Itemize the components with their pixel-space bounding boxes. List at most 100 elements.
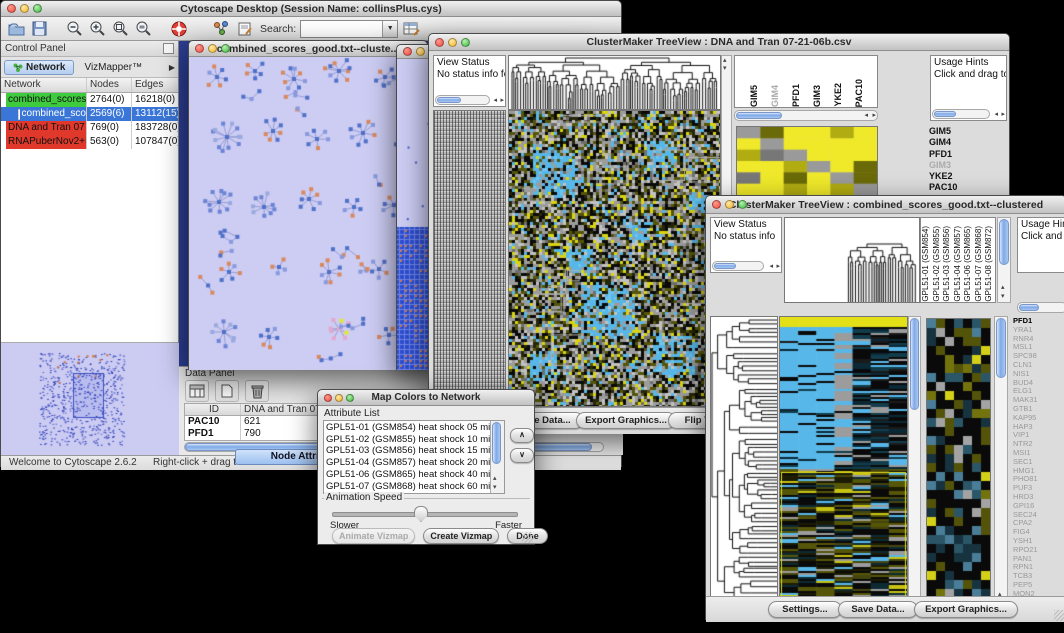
column-label[interactable]: PAC10 xyxy=(854,79,875,107)
minimize-button[interactable] xyxy=(725,200,734,209)
network-row[interactable]: combined_scores 2764(0) 16218(0) xyxy=(1,93,178,107)
zoom-button[interactable] xyxy=(33,4,42,13)
array-label[interactable]: GPL51-07 (GSM868) xyxy=(974,226,985,302)
column-dendrogram-canvas[interactable] xyxy=(784,217,920,303)
network-row[interactable]: RNAPuberNov2+I 563(0) 107847(0) xyxy=(1,135,178,149)
close-button[interactable] xyxy=(435,38,444,47)
network-row-selected[interactable]: combined_sco 2569(6) 13112(15) xyxy=(1,107,178,121)
usage-hints-hscrollbar[interactable] xyxy=(1017,302,1064,313)
scroll-right-icon[interactable]: ▸ xyxy=(500,97,504,105)
scroll-right-icon[interactable]: ▸ xyxy=(1001,111,1005,119)
zoom-button[interactable] xyxy=(461,38,470,47)
column-dendrogram-canvas[interactable] xyxy=(508,55,721,110)
zoom-heatmap-canvas[interactable] xyxy=(736,126,878,196)
close-button[interactable] xyxy=(195,44,204,53)
float-panel-icon[interactable] xyxy=(163,43,174,54)
minimize-button[interactable] xyxy=(208,44,217,53)
column-label[interactable]: PFD1 xyxy=(791,84,812,107)
annotation-tool-icon[interactable] xyxy=(235,19,254,38)
heatmap-vscrollbar[interactable] xyxy=(908,316,921,610)
zoom-button[interactable] xyxy=(738,200,747,209)
array-label[interactable]: GPL51-03 (GSM856) xyxy=(942,226,953,302)
close-button[interactable] xyxy=(712,200,721,209)
search-field[interactable] xyxy=(301,21,382,37)
usage-hints-hscrollbar[interactable] xyxy=(932,109,990,119)
zoom-button[interactable] xyxy=(221,44,230,53)
gene-label[interactable]: PFD1 xyxy=(929,149,999,160)
save-session-button[interactable] xyxy=(30,19,49,38)
scroll-up-icon[interactable]: ▴ xyxy=(1001,284,1005,292)
dialog-titlebar[interactable]: Map Colors to Network xyxy=(318,390,534,406)
minimize-button[interactable] xyxy=(335,394,343,402)
help-lifesaver-icon[interactable] xyxy=(169,19,188,38)
attribute-list-vscrollbar[interactable]: ▴ ▾ xyxy=(490,421,504,493)
scroll-left-icon[interactable]: ◂ xyxy=(493,97,497,105)
tabs-overflow-icon[interactable]: ▶ xyxy=(169,63,175,72)
slider-thumb[interactable] xyxy=(414,506,428,522)
network-overview-panel[interactable] xyxy=(1,343,178,455)
open-session-button[interactable] xyxy=(7,19,26,38)
network-tool-icon[interactable] xyxy=(212,19,231,38)
animate-vizmap-button[interactable]: Animate Vizmap xyxy=(332,528,415,544)
scroll-down-icon[interactable]: ▾ xyxy=(1001,293,1005,301)
select-attributes-icon[interactable] xyxy=(185,380,209,402)
view-status-hscrollbar[interactable] xyxy=(712,261,764,271)
column-label[interactable]: GIM3 xyxy=(812,85,833,107)
col-id[interactable]: ID xyxy=(185,404,241,415)
array-labels-vscrollbar[interactable]: ▴ ▾ xyxy=(997,217,1011,303)
attribute-browser-icon[interactable] xyxy=(402,19,421,38)
gene-label[interactable]: GIM5 xyxy=(929,126,999,137)
scroll-up-icon[interactable]: ▴ xyxy=(493,475,497,483)
create-vizmap-button[interactable]: Create Vizmap xyxy=(423,528,499,544)
gene-label[interactable]: GIM3 xyxy=(929,160,999,171)
column-label[interactable]: GIM5 xyxy=(749,85,770,107)
move-up-button[interactable]: ∧ xyxy=(510,428,534,443)
network-list-empty-area[interactable] xyxy=(1,149,178,343)
attribute-list[interactable]: GPL51-01 (GSM854) heat shock 05 min GPL51… xyxy=(323,420,505,494)
scroll-left-icon[interactable]: ◂ xyxy=(769,263,773,271)
zoom-fit-button[interactable] xyxy=(134,19,153,38)
minimize-button[interactable] xyxy=(448,38,457,47)
main-titlebar[interactable]: Cytoscape Desktop (Session Name: collins… xyxy=(1,1,621,17)
scroll-down-icon[interactable]: ▾ xyxy=(723,65,727,73)
gene-list-vscrollbar[interactable]: ▴ ▾ xyxy=(994,316,1008,610)
tab-network[interactable]: Network xyxy=(4,60,74,75)
zoom-in-button[interactable] xyxy=(88,19,107,38)
view-status-hscrollbar[interactable] xyxy=(435,95,490,105)
array-label[interactable]: GPL51-04 (GSM857) xyxy=(953,226,964,302)
resize-grip[interactable] xyxy=(522,532,533,543)
scroll-right-icon[interactable]: ▸ xyxy=(776,263,780,271)
row-dendrogram[interactable] xyxy=(433,110,506,405)
attribute-item[interactable]: GPL51-06 (GSM865) heat shock 40 min xyxy=(326,469,490,481)
attribute-item[interactable]: GPL51-03 (GSM856) heat shock 15 min xyxy=(326,445,490,457)
scroll-right-icon[interactable]: ▸ xyxy=(872,112,876,120)
new-attribute-icon[interactable] xyxy=(215,380,239,402)
column-label[interactable]: YKE2 xyxy=(833,83,854,107)
scroll-left-icon[interactable]: ◂ xyxy=(994,111,998,119)
network-overview-thumbnail[interactable] xyxy=(1,343,179,455)
array-label[interactable]: GPL51-01 (GSM854) xyxy=(921,226,932,302)
zoom-panel-hscrollbar[interactable]: ◂ ▸ xyxy=(734,110,878,121)
scroll-left-icon[interactable]: ◂ xyxy=(864,112,868,120)
row-dendrogram-canvas[interactable] xyxy=(710,316,778,610)
search-input[interactable]: ▼ xyxy=(300,20,398,38)
export-graphics-button[interactable]: Export Graphics... xyxy=(576,412,676,429)
treeview2-titlebar[interactable]: ClusterMaker TreeView : combined_scores_… xyxy=(706,196,1064,214)
resize-grip[interactable] xyxy=(1054,610,1064,621)
gene-label[interactable]: GIM4 xyxy=(929,137,999,148)
settings-button[interactable]: Settings... xyxy=(768,601,842,618)
zoom-button[interactable] xyxy=(346,394,354,402)
close-button[interactable] xyxy=(324,394,332,402)
array-label[interactable]: GPL51-02 (GSM855) xyxy=(932,226,943,302)
zoom-selected-button[interactable] xyxy=(111,19,130,38)
scroll-up-icon[interactable]: ▴ xyxy=(723,57,727,65)
search-dropdown-icon[interactable]: ▼ xyxy=(382,21,397,37)
array-label[interactable]: GPL51-08 (GSM872) xyxy=(984,226,995,302)
gene-label[interactable]: YKE2 xyxy=(929,171,999,182)
attribute-item[interactable]: GPL51-07 (GSM868) heat shock 60 min xyxy=(326,481,490,493)
close-button[interactable] xyxy=(7,4,16,13)
attribute-item[interactable]: GPL51-01 (GSM854) heat shock 05 min xyxy=(326,422,490,434)
tab-vizmapper[interactable]: VizMapper™ xyxy=(78,61,148,74)
attribute-item[interactable]: GPL51-04 (GSM857) heat shock 20 min xyxy=(326,457,490,469)
treeview1-titlebar[interactable]: ClusterMaker TreeView : DNA and Tran 07-… xyxy=(429,34,1009,51)
